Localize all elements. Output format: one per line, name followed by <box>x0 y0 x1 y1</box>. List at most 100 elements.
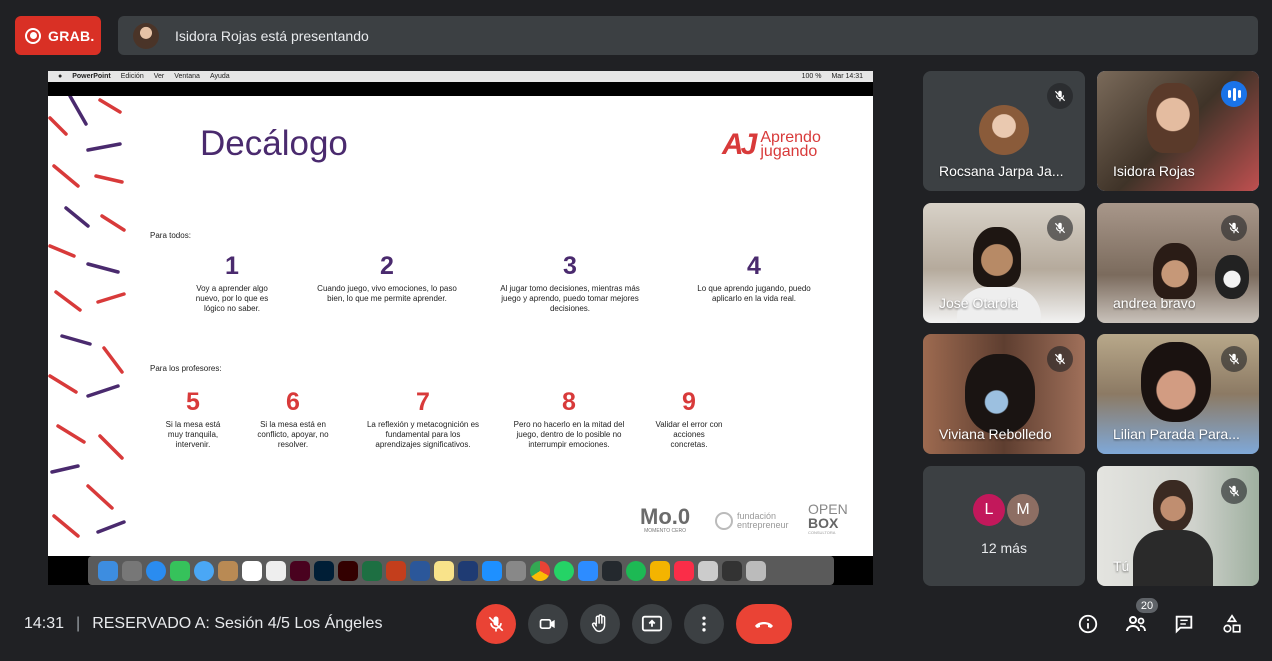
stickies-icon[interactable] <box>434 560 454 581</box>
separator: | <box>76 615 81 632</box>
openbox-logo: OPEN BOX CONSULTORA <box>808 501 848 535</box>
chrome-icon[interactable] <box>530 560 550 581</box>
slide: Decálogo AJ Aprendo jugando Para todos: … <box>48 96 873 556</box>
shapes-icon <box>1223 614 1241 633</box>
mic-off-icon <box>488 616 504 632</box>
mac-dock <box>88 556 834 585</box>
decalogo-item: 3 Al jugar tomo decisiones, mientras más… <box>500 252 640 313</box>
person-silhouette <box>1147 83 1199 153</box>
person-silhouette <box>973 227 1021 287</box>
trash-icon[interactable] <box>746 560 766 581</box>
camera-toggle-button[interactable] <box>528 604 568 644</box>
menubar-clock: Mar 14:31 <box>831 73 863 80</box>
meeting-time: 14:31 <box>24 615 65 632</box>
hand-icon <box>591 614 606 633</box>
decalogo-item: 2 Cuando juego, vivo emociones, lo paso … <box>317 252 457 303</box>
person-silhouette <box>1141 342 1211 422</box>
participant-tile[interactable]: andrea bravo <box>1097 203 1259 323</box>
powerpoint-icon[interactable] <box>386 560 406 581</box>
mic-off-icon <box>1047 83 1073 109</box>
circle-logo-icon <box>715 512 733 530</box>
participant-tile[interactable]: Rocsana Jarpa Ja... <box>923 71 1085 191</box>
activities-button[interactable] <box>1220 612 1244 636</box>
mic-off-icon <box>1047 215 1073 241</box>
presenting-banner: Isidora Rojas está presentando <box>118 16 1258 55</box>
chat-button[interactable] <box>1172 612 1196 636</box>
participant-tile-speaking[interactable]: Isidora Rojas <box>1097 71 1259 191</box>
more-participants-tile[interactable]: L M 12 más <box>923 466 1085 586</box>
fundacion-entrepreneur-logo: fundación entrepreneur <box>715 512 789 530</box>
meeting-title: RESERVADO A: Sesión 4/5 Los Ángeles <box>92 615 383 632</box>
decalogo-item: 8 Pero no hacerlo en la mitad del juego,… <box>513 388 625 449</box>
self-tile[interactable]: Tú <box>1097 466 1259 586</box>
app-icon[interactable] <box>602 560 622 581</box>
microphone-toggle-button[interactable] <box>476 604 516 644</box>
mac-menubar: ● PowerPoint Edición Ver Ventana Ayuda 1… <box>48 71 873 82</box>
app-icon[interactable] <box>458 560 478 581</box>
spotify-icon[interactable] <box>626 560 646 581</box>
preview-icon[interactable] <box>698 560 718 581</box>
more-vertical-icon <box>702 616 706 632</box>
participant-name: Lilian Parada Para... <box>1113 426 1240 442</box>
safari-icon[interactable] <box>146 560 166 581</box>
music-icon[interactable] <box>674 560 694 581</box>
meeting-details-button[interactable] <box>1076 612 1100 636</box>
participant-name: Tú <box>1113 558 1130 574</box>
finder-icon[interactable] <box>98 560 118 581</box>
appstore-icon[interactable] <box>482 560 502 581</box>
illustrator-icon[interactable] <box>338 560 358 581</box>
participant-tile[interactable]: Lilian Parada Para... <box>1097 334 1259 454</box>
meeting-info: 14:31 | RESERVADO A: Sesión 4/5 Los Ánge… <box>24 615 382 633</box>
leave-call-button[interactable] <box>736 604 792 644</box>
photoshop-icon[interactable] <box>314 560 334 581</box>
decalogo-item: 6 Si la mesa está en conflicto, apoyar, … <box>257 388 329 449</box>
person-silhouette <box>1153 243 1197 299</box>
calendar-icon[interactable] <box>242 560 262 581</box>
word-icon[interactable] <box>410 560 430 581</box>
participant-name: Jose Otarola <box>939 295 1019 311</box>
person-silhouette <box>1215 255 1249 299</box>
participant-tile[interactable]: Jose Otarola <box>923 203 1085 323</box>
avatar: L <box>973 494 1005 526</box>
raise-hand-button[interactable] <box>580 604 620 644</box>
menu-item: Ventana <box>174 73 200 80</box>
notes-icon[interactable] <box>266 560 286 581</box>
people-button[interactable] <box>1124 612 1148 636</box>
indesign-icon[interactable] <box>290 560 310 581</box>
photos-icon[interactable] <box>650 560 670 581</box>
aj-logo-icon: AJ <box>722 128 757 161</box>
person-silhouette <box>1153 480 1193 532</box>
excel-icon[interactable] <box>362 560 382 581</box>
present-icon <box>641 615 663 632</box>
mic-off-icon <box>1221 478 1247 504</box>
slide-title: Decálogo <box>200 124 348 163</box>
info-icon <box>1078 614 1098 634</box>
more-count-label: 12 más <box>981 540 1027 556</box>
recording-label: GRAB. <box>48 27 95 44</box>
more-avatars: L M <box>973 494 1039 526</box>
zoom-icon[interactable] <box>578 560 598 581</box>
participant-tile[interactable]: Viviana Rebolledo <box>923 334 1085 454</box>
launchpad-icon[interactable] <box>122 560 142 581</box>
brand-logo: AJ Aprendo jugando <box>722 128 821 162</box>
momento-cero-logo: Mo.0 MOMENTO CERO <box>640 504 691 535</box>
avatar <box>979 105 1029 155</box>
contacts-icon[interactable] <box>218 560 238 581</box>
battery-readout: 100 % <box>801 73 822 80</box>
more-options-button[interactable] <box>684 604 724 644</box>
camera-icon <box>539 619 555 629</box>
mic-off-icon <box>1221 215 1247 241</box>
recording-button[interactable]: GRAB. <box>15 16 101 55</box>
messages-icon[interactable] <box>194 560 214 581</box>
apple-icon: ● <box>58 73 63 80</box>
menu-app: PowerPoint <box>72 73 111 80</box>
terminal-icon[interactable] <box>722 560 742 581</box>
participant-name: Rocsana Jarpa Ja... <box>939 163 1064 179</box>
whatsapp-icon[interactable] <box>554 560 574 581</box>
people-icon <box>1126 616 1146 632</box>
system-preferences-icon[interactable] <box>506 560 526 581</box>
menu-item: Ayuda <box>209 73 230 80</box>
decalogo-item: 1 Voy a aprender algo nuevo, por lo que … <box>195 252 269 313</box>
facetime-icon[interactable] <box>170 560 190 581</box>
present-screen-button[interactable] <box>632 604 672 644</box>
